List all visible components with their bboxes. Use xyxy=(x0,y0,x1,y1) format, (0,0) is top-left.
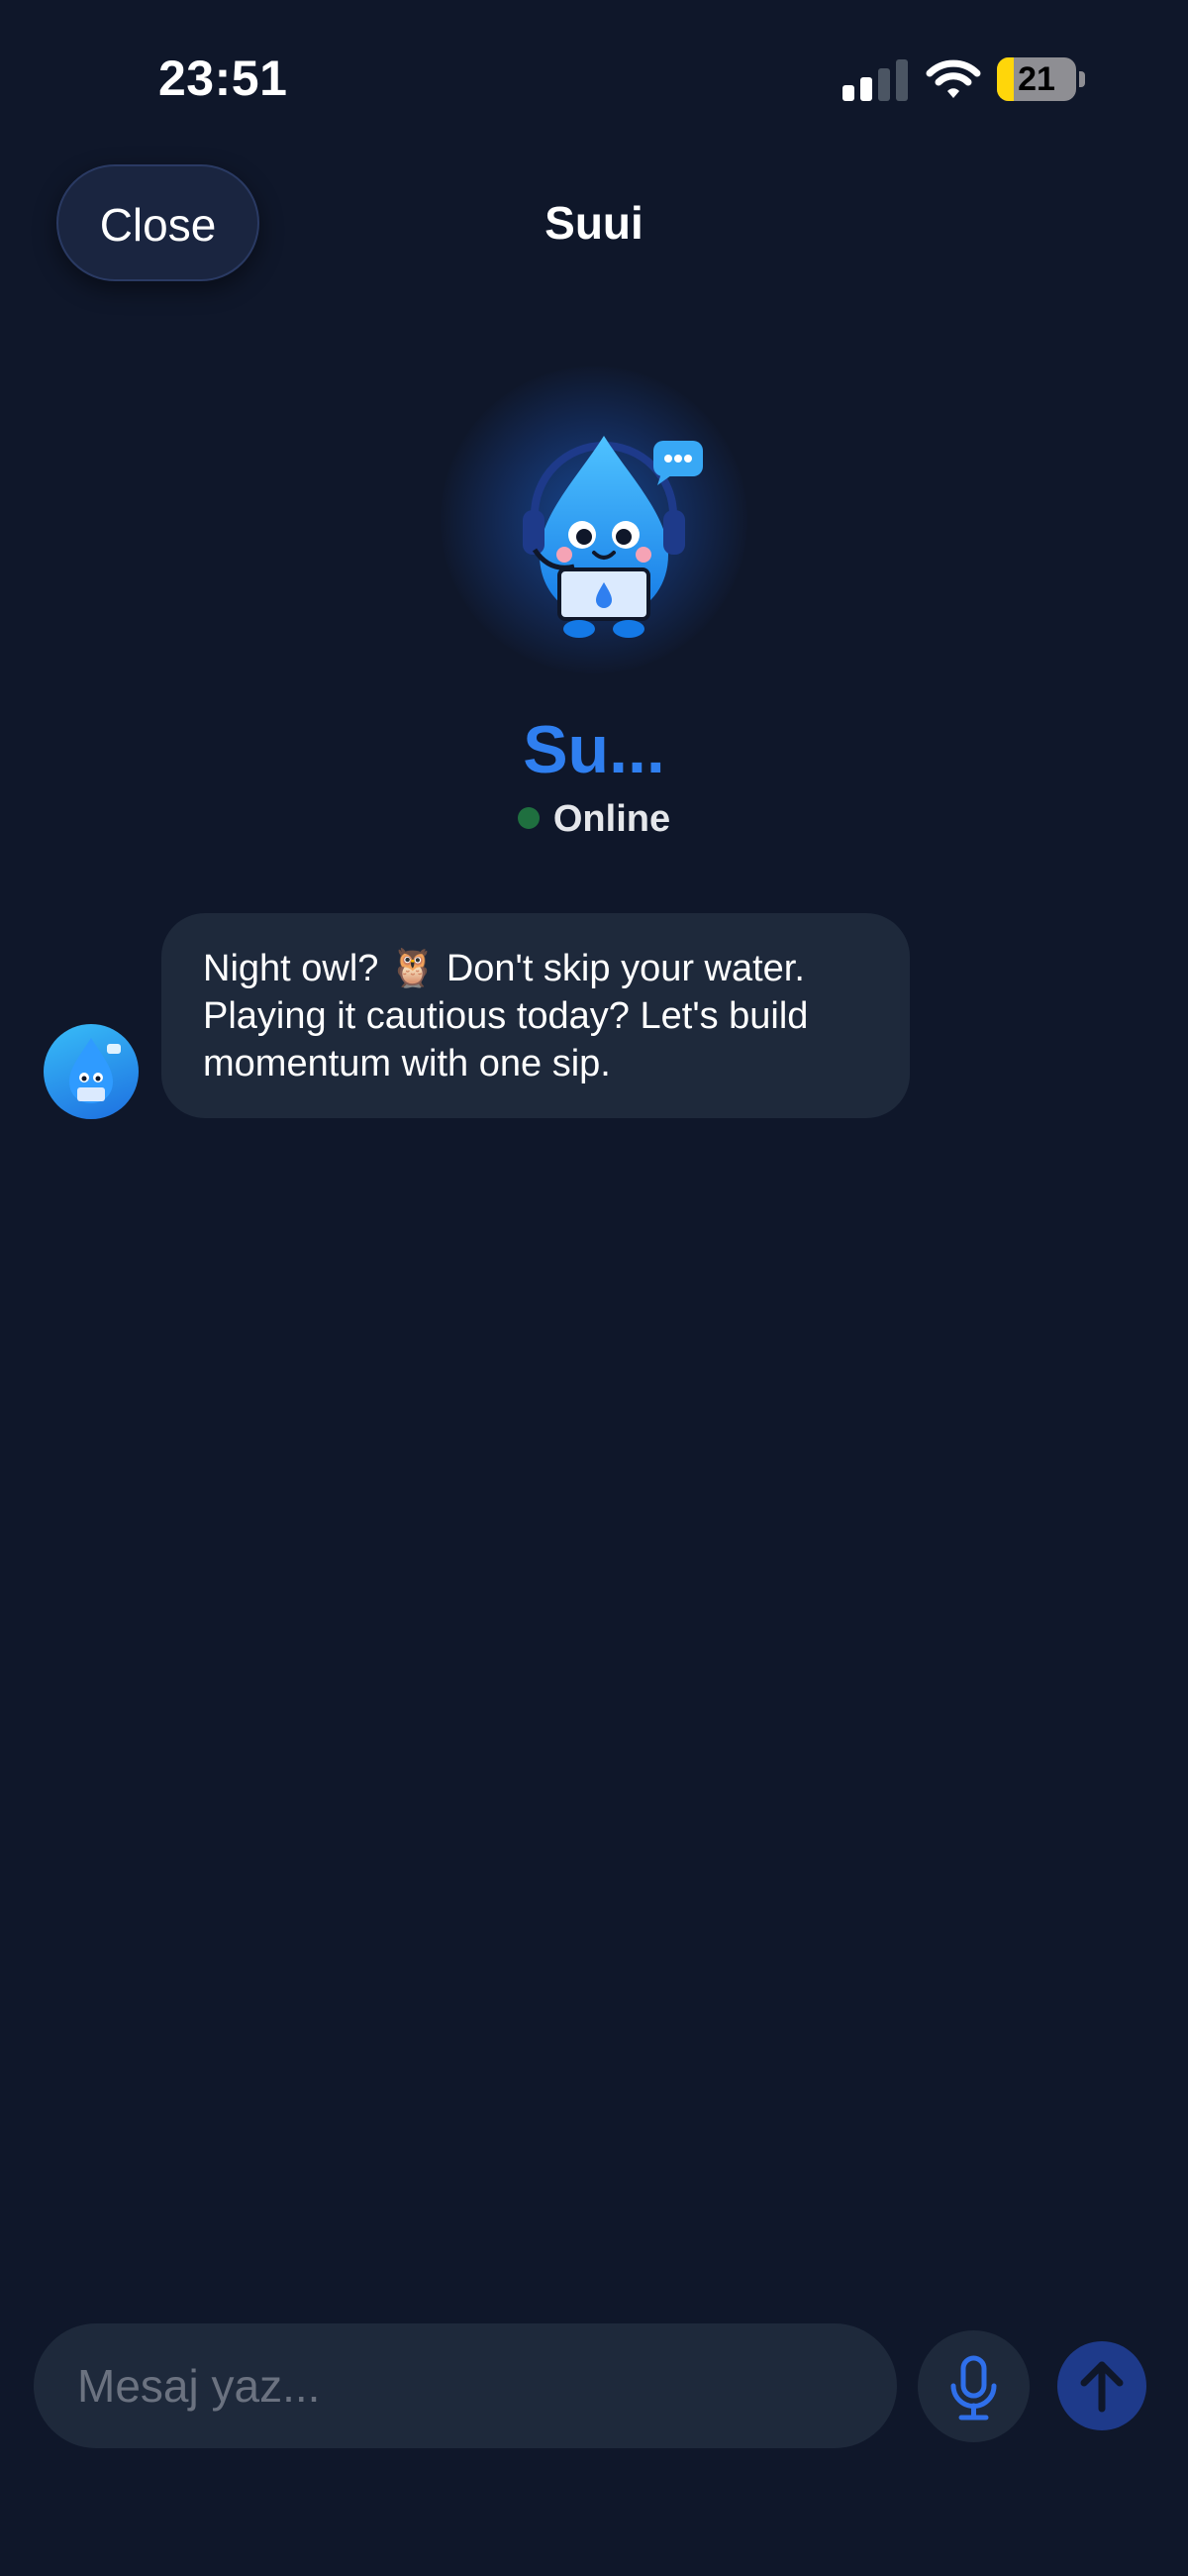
microphone-button[interactable] xyxy=(918,2330,1030,2442)
send-button[interactable] xyxy=(1057,2341,1146,2430)
message-input[interactable] xyxy=(34,2323,897,2448)
agent-status: Online xyxy=(0,798,1188,841)
cellular-signal-icon xyxy=(842,57,908,101)
agent-name: Su... xyxy=(523,712,665,787)
bot-avatar xyxy=(44,1024,139,1119)
battery-icon: 21 xyxy=(997,57,1076,101)
microphone-icon xyxy=(950,2355,997,2421)
page-title: Suui xyxy=(544,197,644,249)
chat-screen: 23:51 21 Close Suui Su... Online Night o… xyxy=(0,0,1188,2576)
bot-message-bubble: Night owl? 🦉 Don't skip your water. Play… xyxy=(161,913,910,1118)
mascot-avatar-icon xyxy=(69,1038,121,1103)
water-drop-mascot-icon xyxy=(523,436,703,638)
battery-level-text: 21 xyxy=(1018,60,1055,98)
wifi-icon xyxy=(926,59,981,98)
battery-cap xyxy=(1079,71,1085,87)
agent-status-label: Online xyxy=(552,798,671,840)
online-status-dot xyxy=(517,807,540,829)
arrow-up-icon xyxy=(1080,2361,1124,2413)
status-bar-time: 23:51 xyxy=(158,51,288,106)
